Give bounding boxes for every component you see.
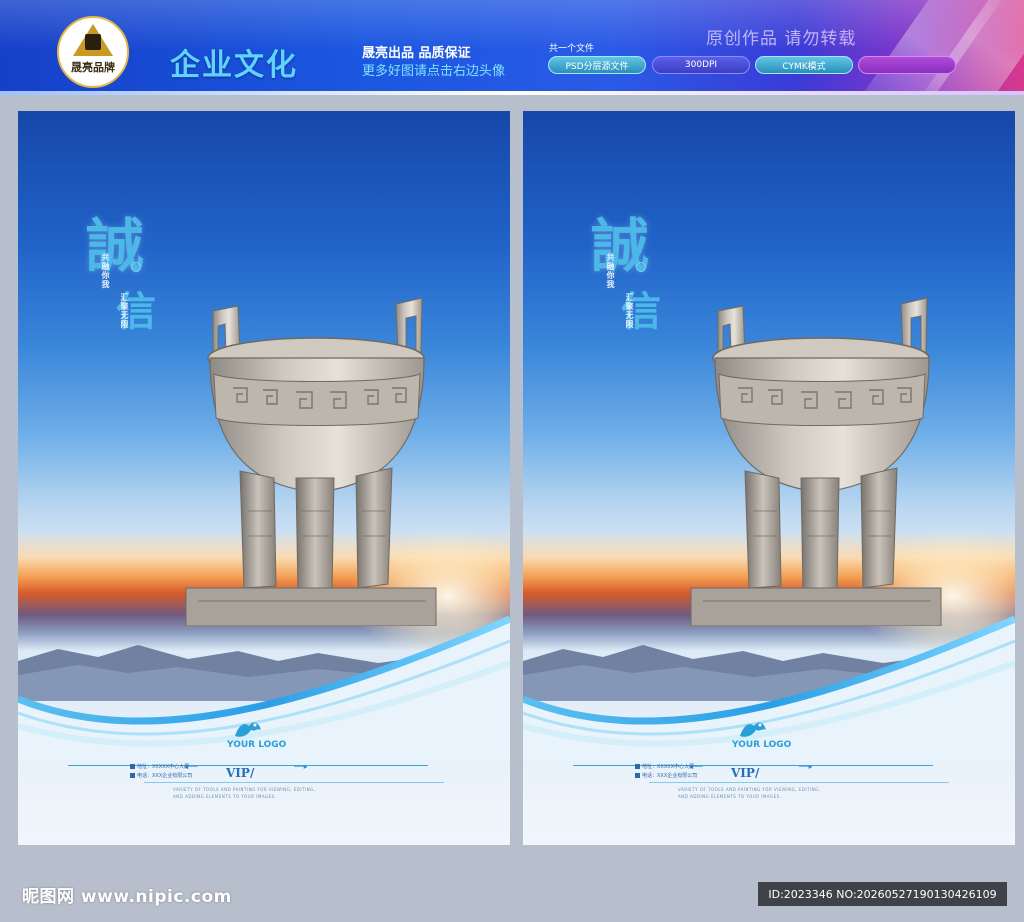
vertical-slogan-a: 共融你我	[101, 253, 110, 289]
english-tagline: VARIETY OF TOOLS AND PAINTING FOR VIEWIN…	[173, 787, 316, 792]
contact-address: 地址：XXXXX中心大厦	[635, 763, 694, 770]
image-id-label: ID:2023346 NO:20260527190130426109	[758, 882, 1007, 906]
vertical-slogan-b: 汇聚无限	[625, 293, 634, 329]
vip-label: VIP/	[226, 766, 255, 780]
vertical-slogan-a: 共融你我	[606, 253, 615, 289]
quality-tagline: 晟亮出品 品质保证	[362, 46, 471, 61]
contact-phone: 电话：XXX企业有限公司	[635, 772, 697, 779]
banner-divider	[0, 91, 1024, 95]
logo-text: YOUR LOGO	[227, 740, 287, 750]
divider-line	[144, 782, 444, 783]
psd-badge: PSD分层源文件	[548, 56, 646, 74]
poster-preview-left: 誠 信 共融你我 汇聚无限 YOUR LOGO ◂── ──▸ VIP/ 地址：…	[18, 111, 510, 845]
color-mode-badge: CYMK模式	[755, 56, 853, 74]
logo-text: YOUR LOGO	[732, 740, 792, 750]
copyright-notice: 原创作品 请勿转载	[706, 29, 857, 49]
company-logo: YOUR LOGO	[728, 718, 794, 752]
brand-avatar[interactable]: 晟亮品牌	[57, 16, 129, 88]
contact-address: 地址：XXXXX中心大厦	[130, 763, 189, 770]
contact-phone: 电话：XXX企业有限公司	[130, 772, 192, 779]
company-logo: YOUR LOGO	[223, 718, 289, 752]
vip-label: VIP/	[731, 766, 760, 780]
english-tagline: VARIETY OF TOOLS AND PAINTING FOR VIEWIN…	[678, 787, 821, 792]
poster-preview-right: 誠 信 共融你我 汇聚无限 YOUR LOGO ◂── ──▸ VIP/ 地址：…	[523, 111, 1015, 845]
arrow-right-icon: ──▸	[294, 762, 308, 771]
blank-badge	[858, 56, 956, 74]
arrow-right-icon: ──▸	[799, 762, 813, 771]
dragon-logo-icon	[740, 722, 766, 737]
seal-dot-icon	[636, 262, 646, 272]
vertical-slogan-b: 汇聚无限	[120, 293, 129, 329]
dragon-logo-icon	[235, 722, 261, 737]
dpi-badge: 300DPI	[652, 56, 750, 74]
english-tagline: AND ADDING ELEMENTS TO YOUR IMAGES.	[678, 794, 782, 799]
brand-name: 晟亮品牌	[71, 61, 115, 74]
banner-title: 企业文化	[170, 48, 298, 83]
more-images-link[interactable]: 更多好图请点击右边头像	[362, 60, 505, 79]
header-banner: 晟亮品牌 企业文化 晟亮出品 品质保证 更多好图请点击右边头像 共一个文件 PS…	[0, 0, 1024, 95]
seal-dot-icon	[131, 262, 141, 272]
divider-line	[649, 782, 949, 783]
pyramid-logo-icon	[73, 24, 113, 56]
site-watermark: 昵图网 www.nipic.com	[22, 887, 232, 907]
english-tagline: AND ADDING ELEMENTS TO YOUR IMAGES.	[173, 794, 277, 799]
file-count-label: 共一个文件	[549, 44, 595, 54]
